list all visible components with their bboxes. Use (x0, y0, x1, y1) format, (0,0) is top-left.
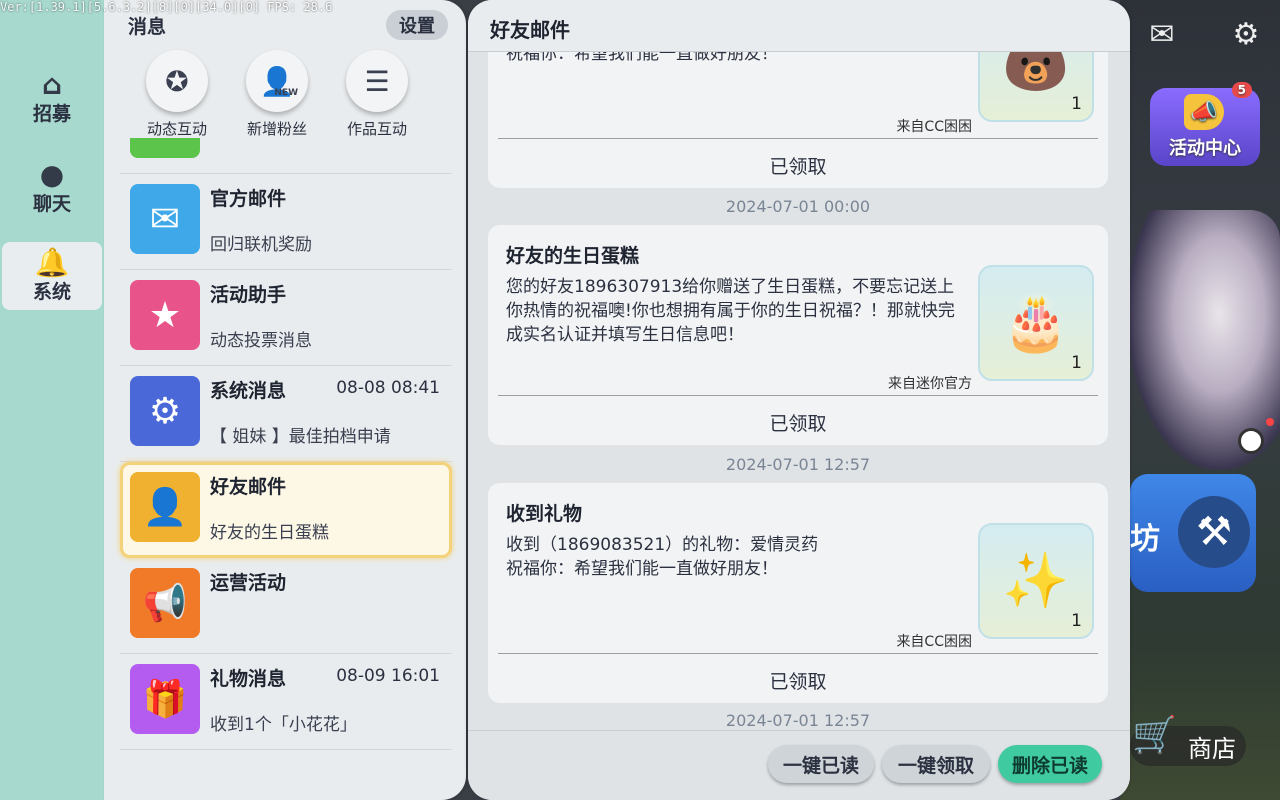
mail-title: 收到礼物 (506, 503, 583, 525)
list-item-activity-helper[interactable]: ★ 活动助手 动态投票消息 (120, 270, 452, 366)
quick-label: 作品互动 (346, 120, 407, 138)
hammer-icon: ⚒ (1178, 496, 1250, 568)
quick-dynamic-interaction[interactable]: ✪ 动态互动 (144, 50, 210, 139)
list-item-friend-mail[interactable]: 👤 好友邮件 好友的生日蛋糕 (120, 462, 452, 558)
date-separator: 2024-07-01 12:57 (725, 711, 871, 730)
envelope-icon: ✉ (130, 184, 200, 254)
partial-icon (130, 138, 200, 158)
build-button[interactable]: 坊 ⚒ (1130, 474, 1256, 592)
gift-icon: 🎁 (130, 664, 200, 734)
list-item-system-message[interactable]: ⚙ 系统消息 08-08 08:41 【 姐妹 】最佳拍档申请 (120, 366, 452, 462)
list-item-operations[interactable]: 📢 运营活动 (120, 558, 452, 654)
mail-text: 您的好友1896307913给你赠送了生日蛋糕，不要忘记送上你热情的祝福噢!你也… (506, 277, 955, 345)
list-item-title: 运营活动 (210, 572, 287, 594)
claim-all-button[interactable]: 一键领取 (882, 745, 990, 783)
mail-from: 来自CC困困 (896, 119, 972, 135)
message-list-panel: 消息 设置 ✪ 动态互动 👤 NEW 新增粉丝 ☰ 作品互动 ✉ 官方邮件 回归联… (104, 0, 466, 800)
notification-dot (1266, 418, 1274, 426)
star-bubble-icon: ✪ (146, 50, 208, 112)
rail-label-system: 系统 (32, 280, 71, 303)
bell-icon: 🔔 (34, 245, 70, 279)
friend-mail-icon: 👤 (130, 472, 200, 542)
gear-icon: ⚙ (130, 376, 200, 446)
shop-label: 商店 (1188, 734, 1236, 763)
list-item-title: 活动助手 (210, 284, 287, 306)
item-quantity: 1 (1071, 611, 1082, 631)
divider (498, 395, 1098, 396)
detail-header: 好友邮件 (468, 0, 1130, 52)
settings-button[interactable]: 设置 (386, 10, 448, 40)
list-item-time: 08-09 16:01 (336, 666, 440, 686)
toggle-dot[interactable] (1238, 428, 1264, 454)
rail-label-chat: 聊天 (32, 192, 71, 215)
quick-works-interaction[interactable]: ☰ 作品互动 (344, 50, 410, 139)
new-tag: NEW (274, 88, 298, 98)
activity-center-button[interactable]: 📣 5 活动中心 (1150, 82, 1260, 166)
footer-actions: 一键已读 一键领取 删除已读 (468, 730, 1130, 800)
left-rail: ⌂ 招募 ● 聊天 🔔 系统 (0, 0, 112, 800)
list-item-sub: 好友的生日蛋糕 (210, 523, 329, 543)
megaphone-icon: 📢 (130, 568, 200, 638)
panel-title: 消息 (128, 16, 167, 38)
list-item-title: 礼物消息 (210, 668, 287, 690)
list-item-gift-message[interactable]: 🎁 礼物消息 08-09 16:01 收到1个「小花花」 (120, 654, 452, 750)
claimed-status[interactable]: 已领取 (488, 667, 1108, 694)
build-label: 坊 (1130, 522, 1160, 557)
mail-title: 好友的生日蛋糕 (506, 245, 640, 267)
person-new-icon: 👤 NEW (246, 50, 308, 112)
item-quantity: 1 (1071, 353, 1082, 373)
quick-new-fans[interactable]: 👤 NEW 新增粉丝 (244, 50, 310, 139)
claimed-status[interactable]: 已领取 (488, 152, 1108, 179)
mark-all-read-button[interactable]: 一键已读 (768, 745, 874, 783)
mailbox-icon[interactable]: ✉ (1140, 12, 1184, 56)
rail-label-recruit: 招募 (32, 102, 71, 125)
item-quantity: 1 (1071, 94, 1082, 114)
list-item-official-mail[interactable]: ✉ 官方邮件 回归联机奖励 (120, 174, 452, 270)
potion-icon[interactable]: ✨ 1 (978, 523, 1094, 639)
bookmark-star-icon: ★ (130, 280, 200, 350)
cart-icon: 🛒 (1132, 715, 1177, 756)
divider (498, 138, 1098, 139)
quick-label: 新增粉丝 (246, 120, 307, 138)
quick-label: 动态互动 (146, 120, 207, 138)
list-item-partial[interactable] (120, 138, 452, 174)
list-item-sub: 动态投票消息 (210, 331, 312, 351)
rail-item-system[interactable]: 🔔 系统 (2, 242, 102, 310)
mail-from: 来自CC困困 (896, 634, 972, 650)
list-item-sub: 收到1个「小花花」 (210, 715, 357, 735)
shop-button[interactable]: 🛒 商店 (1130, 715, 1246, 766)
claimed-status[interactable]: 已领取 (488, 409, 1108, 436)
chat-bubble-icon: ● (39, 157, 65, 191)
rail-item-recruit[interactable]: ⌂ 招募 (2, 64, 102, 132)
list-item-sub: 回归联机奖励 (210, 235, 312, 255)
mail-text: 收到（1869083521）的礼物：爱情灵药 祝福你：希望我们能一直做好朋友！ (506, 535, 819, 579)
home-icon: ⌂ (41, 67, 63, 101)
list-item-time: 08-08 08:41 (336, 378, 440, 398)
mail-card: 收到礼物 收到（1869083521）的礼物：爱情灵药 祝福你：希望我们能一直做… (488, 483, 1108, 703)
list-item-title: 好友邮件 (210, 476, 287, 498)
gear-icon[interactable]: ⚙ (1224, 12, 1268, 56)
mail-detail-panel: 好友邮件 祝福你：希望我们能一直做好朋友！ 🐻 1 来自CC困困 已领取 2024… (468, 0, 1130, 800)
quick-actions: ✪ 动态互动 👤 NEW 新增粉丝 ☰ 作品互动 (144, 50, 410, 139)
date-separator: 2024-07-01 00:00 (725, 197, 871, 216)
activity-badge: 5 (1231, 82, 1252, 98)
rail-item-chat[interactable]: ● 聊天 (2, 154, 102, 222)
detail-title: 好友邮件 (490, 18, 570, 42)
divider (498, 653, 1098, 654)
version-text: Ver:[1.39.1][5.6.3.2][8][0][34.0][0] FPS… (0, 0, 333, 14)
list-item-title: 官方邮件 (210, 188, 287, 210)
mail-card: 好友的生日蛋糕 您的好友1896307913给你赠送了生日蛋糕，不要忘记送上你热… (488, 225, 1108, 445)
list-doc-icon: ☰ (346, 50, 408, 112)
list-item-title: 系统消息 (210, 380, 287, 402)
activity-center-label: 活动中心 (1169, 138, 1241, 159)
message-list: ✉ 官方邮件 回归联机奖励 ★ 活动助手 动态投票消息 ⚙ 系统消息 08-08… (120, 138, 452, 750)
delete-read-button[interactable]: 删除已读 (998, 745, 1102, 783)
mail-from: 来自迷你官方 (888, 376, 972, 392)
cake-icon[interactable]: 🎂 1 (978, 265, 1094, 381)
date-separator: 2024-07-01 12:57 (725, 455, 871, 474)
megaphone-icon: 📣 (1184, 94, 1224, 130)
list-item-sub: 【 姐妹 】最佳拍档申请 (210, 427, 391, 447)
